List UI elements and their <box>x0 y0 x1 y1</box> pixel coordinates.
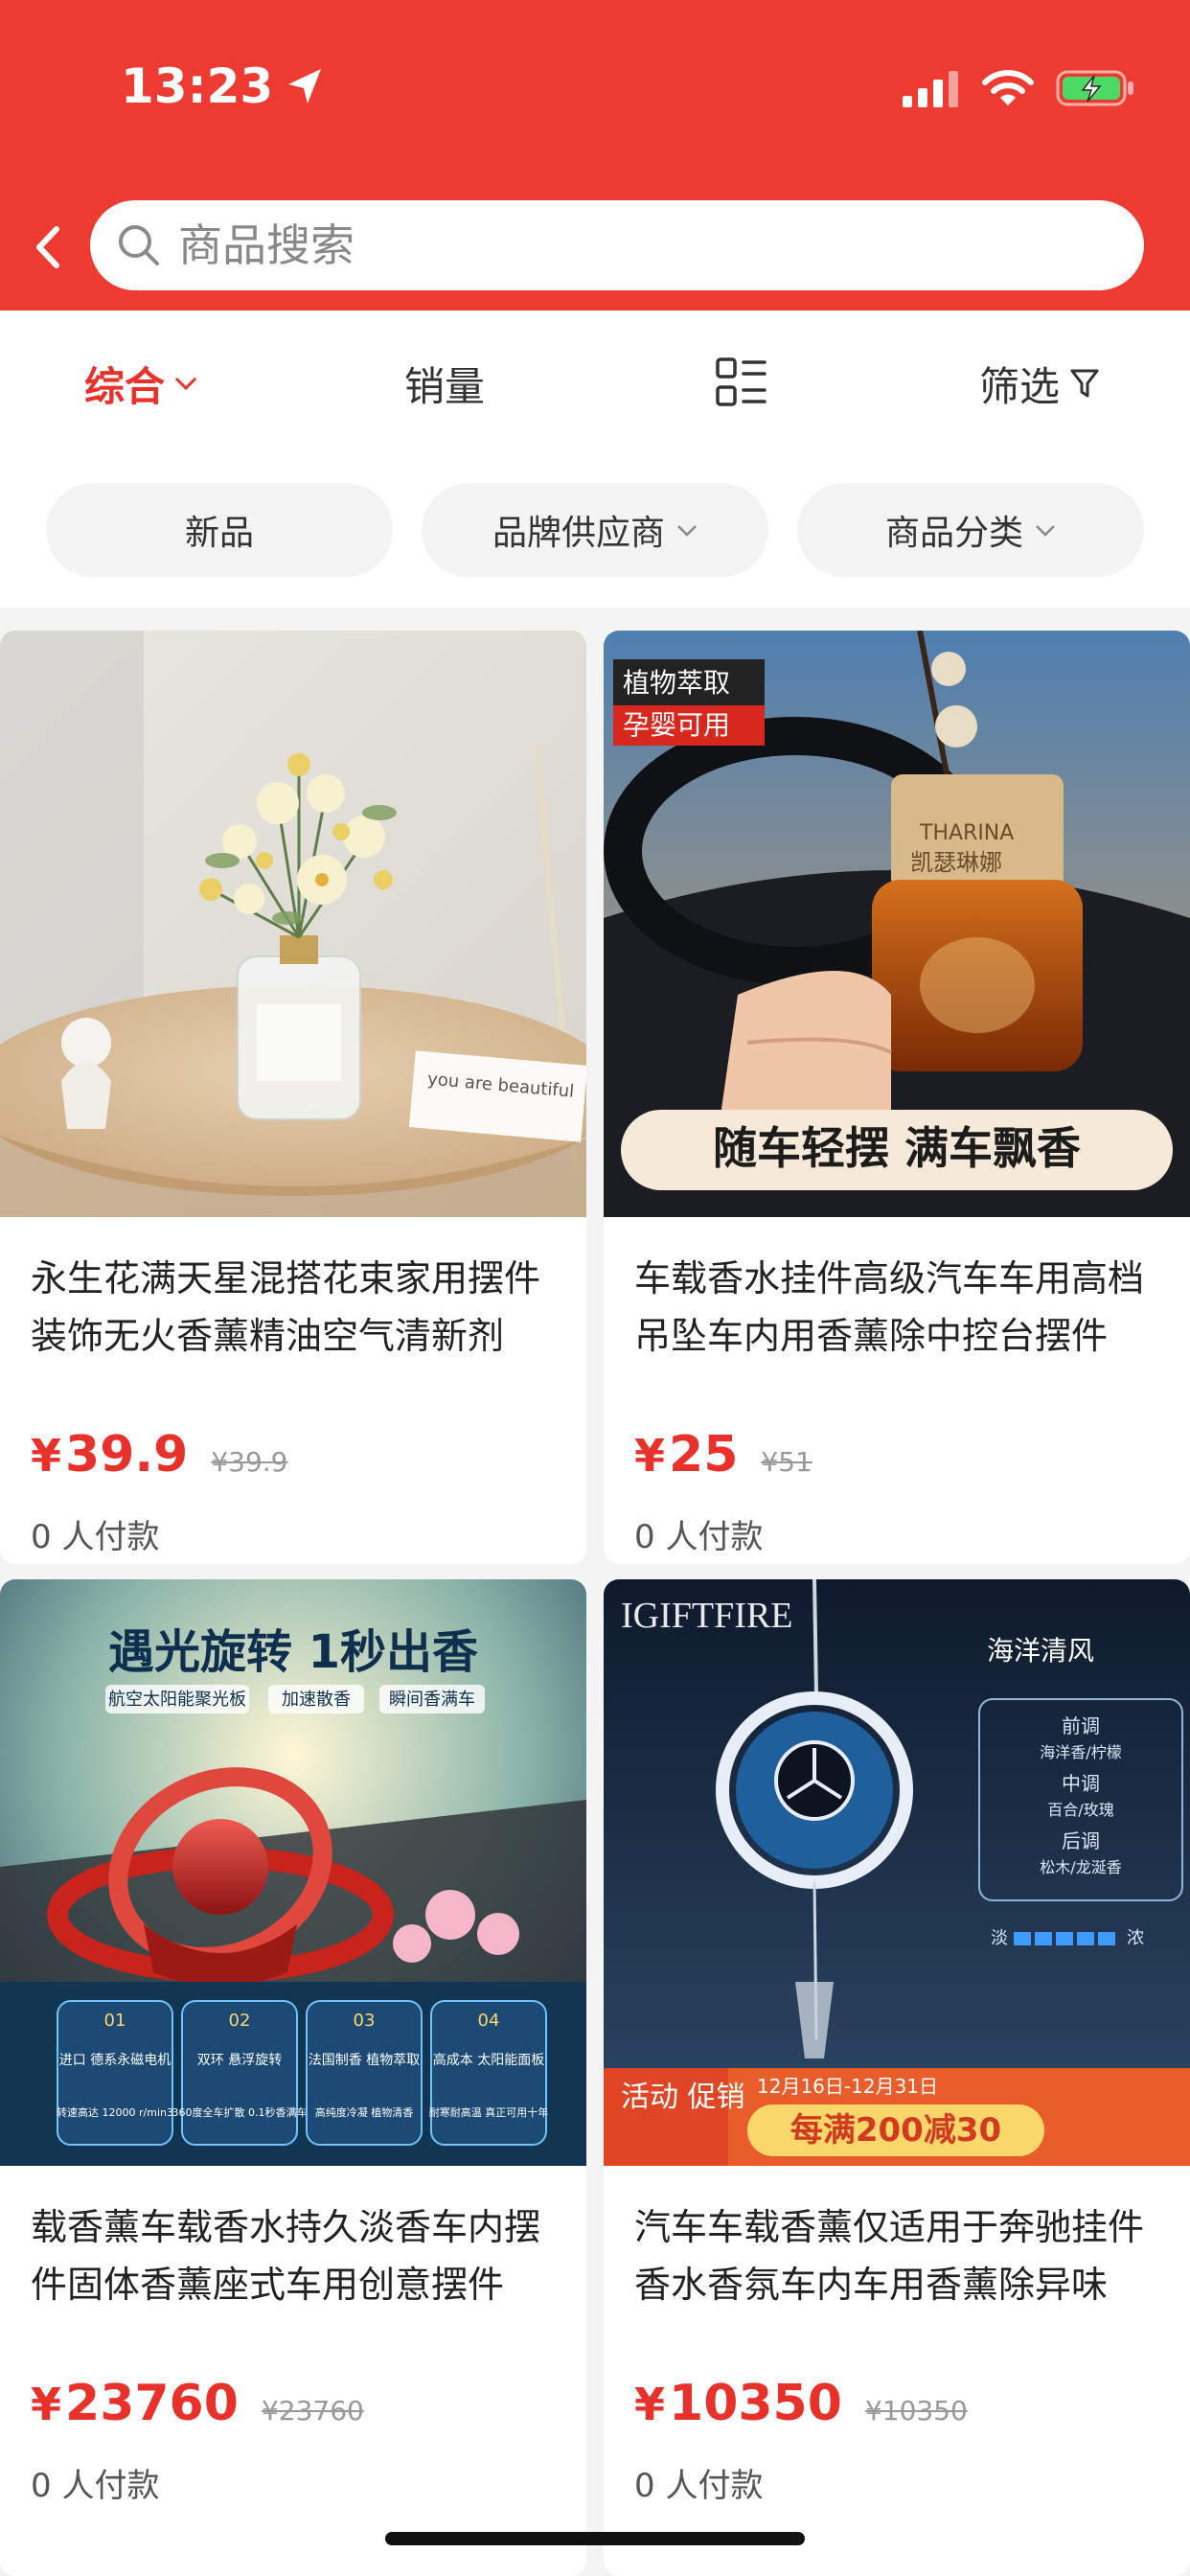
sort-sales-label: 销量 <box>404 362 486 410</box>
chip-brand-label: 品牌供应商 <box>492 514 665 553</box>
paid-count: 0 人付款 <box>31 2467 160 2505</box>
chevron-left-icon <box>36 226 59 268</box>
list-view-icon <box>716 357 767 406</box>
image-badge-bottom: 孕婴可用 <box>623 709 730 741</box>
home-indicator[interactable] <box>385 2532 805 2545</box>
status-bar-right <box>901 63 1136 113</box>
filter-button[interactable]: 筛选 <box>979 353 1100 414</box>
product-price: ¥10350 <box>634 2375 842 2432</box>
price-row: ¥25 ¥51 <box>634 1426 812 1489</box>
battery-charging-icon <box>1056 70 1133 106</box>
feature-num: 04 <box>478 2011 500 2031</box>
signal-icon <box>903 71 958 107</box>
image-badge-top: 植物萃取 <box>623 667 730 699</box>
sort-comprehensive-label: 综合 <box>84 362 166 410</box>
chip-category[interactable]: 商品分类 <box>797 483 1144 577</box>
note-value: 松木/龙涎香 <box>1040 1858 1121 1876</box>
filter-chips: 新品 品牌供应商 商品分类 <box>0 452 1190 608</box>
search-input[interactable] <box>178 219 1041 271</box>
status-bar-time: 13:23 <box>121 58 323 115</box>
image-brand: IGIFTFIRE <box>621 1596 792 1636</box>
scale-strong: 浓 <box>1127 1928 1144 1948</box>
feature-title: 法国制香 植物萃取 <box>309 2053 420 2068</box>
filter-label: 筛选 <box>979 362 1061 410</box>
clock: 13:23 <box>121 58 274 114</box>
product-title[interactable]: 汽车车载香薰仅适用于奔驰挂件香水香氛车内车用香薰除异味 <box>634 2198 1167 2313</box>
paid-count: 0 人付款 <box>31 1518 160 1556</box>
product-image[interactable]: IGIFTFIRE 海洋清风 前调 海洋香/柠檬 中调 百合/玫瑰 后调 松木/… <box>604 1579 1190 2166</box>
feature-num: 01 <box>104 2011 126 2031</box>
product-price: ¥23760 <box>31 2375 239 2432</box>
sort-bar: 综合 销量 筛选 <box>0 310 1190 452</box>
image-tag: 航空太阳能聚光板 <box>108 1690 246 1710</box>
feature-desc: 转速高达 12000 r/min3 <box>57 2105 173 2119</box>
product-card[interactable]: IGIFTFIRE 海洋清风 前调 海洋香/柠檬 中调 百合/玫瑰 后调 松木/… <box>604 1579 1190 2576</box>
chip-brand[interactable]: 品牌供应商 <box>422 483 768 577</box>
feature-num: 02 <box>229 2011 251 2031</box>
product-image[interactable]: you are beautiful <box>0 631 586 1217</box>
feature-title: 高成本 太阳能面板 <box>433 2052 544 2068</box>
product-title[interactable]: 永生花满天星混搭花束家用摆件装饰无火香薰精油空气清新剂 <box>31 1250 563 1365</box>
note-label: 前调 <box>1062 1714 1100 1737</box>
image-brand-en: THARINA <box>919 821 1014 845</box>
funnel-icon <box>1070 369 1099 398</box>
feature-desc: 高纯度冷凝 植物清香 <box>315 2105 414 2119</box>
wifi-icon <box>982 70 1034 105</box>
product-price: ¥25 <box>634 1426 739 1484</box>
original-price: ¥10350 <box>864 2395 968 2426</box>
price-row: ¥39.9 ¥39.9 <box>31 1426 288 1489</box>
feature-title: 双环 悬浮旋转 <box>197 2053 282 2068</box>
price-row: ¥23760 ¥23760 <box>31 2375 364 2438</box>
note-label: 后调 <box>1062 1829 1100 1852</box>
image-brand-cn: 凯瑟琳娜 <box>910 849 1002 876</box>
product-title[interactable]: 载香薰车载香水持久淡香车内摆件固体香薰座式车用创意摆件 <box>31 2198 563 2313</box>
product-image[interactable]: 遇光旋转 1秒出香 航空太阳能聚光板 加速散香 瞬间香满车 01 进口 德系永磁… <box>0 1579 586 2166</box>
price-row: ¥10350 ¥10350 <box>634 2375 968 2438</box>
original-price: ¥39.9 <box>211 1446 288 1478</box>
scale-light: 淡 <box>991 1928 1008 1948</box>
chevron-down-icon <box>677 525 697 537</box>
promo-dates: 12月16日-12月31日 <box>757 2075 938 2098</box>
promo-text: 每满200减30 <box>790 2111 1001 2150</box>
chip-new-label: 新品 <box>184 514 254 553</box>
paid-count: 0 人付款 <box>634 2467 764 2505</box>
note-value: 百合/玫瑰 <box>1047 1801 1113 1819</box>
product-image[interactable]: THARINA 凯瑟琳娜 植物萃取 孕婴可用 随车轻摆 满车飘香 <box>604 631 1190 1217</box>
image-scent-name: 海洋清风 <box>987 1635 1094 1667</box>
search-icon <box>119 225 159 265</box>
location-arrow-icon <box>288 69 322 104</box>
image-headline: 遇光旋转 1秒出香 <box>108 1625 478 1679</box>
chevron-down-icon <box>174 377 197 391</box>
note-label: 中调 <box>1062 1772 1100 1795</box>
chip-category-label: 商品分类 <box>884 514 1023 553</box>
image-banner: 随车轻摆 满车飘香 <box>713 1122 1081 1174</box>
promo-tag: 活动 促销 <box>621 2081 745 2114</box>
product-card[interactable]: 遇光旋转 1秒出香 航空太阳能聚光板 加速散香 瞬间香满车 01 进口 德系永磁… <box>0 1579 586 2576</box>
product-card[interactable]: you are beautiful 永生花满天星混搭花束家用摆件装饰无火香薰精油… <box>0 631 586 1564</box>
original-price: ¥51 <box>761 1446 812 1478</box>
product-card[interactable]: THARINA 凯瑟琳娜 植物萃取 孕婴可用 随车轻摆 满车飘香 车载香水挂件高… <box>604 631 1190 1564</box>
feature-desc: 耐寒耐高温 真正可用十年 <box>429 2105 549 2119</box>
chevron-down-icon <box>1036 525 1055 537</box>
original-price: ¥23760 <box>261 2395 364 2426</box>
image-tag: 加速散香 <box>282 1690 351 1710</box>
feature-num: 03 <box>354 2011 376 2031</box>
search-bar[interactable] <box>90 200 1144 290</box>
header: 13:23 <box>0 0 1190 310</box>
product-title[interactable]: 车载香水挂件高级汽车车用高档吊坠车内用香薰除中控台摆件 <box>634 1250 1167 1365</box>
feature-desc: 360度全车扩散 0.1秒香满车 <box>172 2105 308 2119</box>
chip-new[interactable]: 新品 <box>46 483 393 577</box>
sort-comprehensive[interactable]: 综合 <box>84 353 197 414</box>
back-button[interactable] <box>21 215 75 280</box>
note-value: 海洋香/柠檬 <box>1040 1743 1121 1761</box>
feature-title: 进口 德系永磁电机 <box>59 2053 171 2068</box>
paid-count: 0 人付款 <box>634 1518 764 1556</box>
image-tag: 瞬间香满车 <box>389 1690 475 1710</box>
sort-sales[interactable]: 销量 <box>404 353 485 414</box>
layout-toggle-button[interactable] <box>715 353 768 414</box>
product-price: ¥39.9 <box>31 1426 189 1484</box>
